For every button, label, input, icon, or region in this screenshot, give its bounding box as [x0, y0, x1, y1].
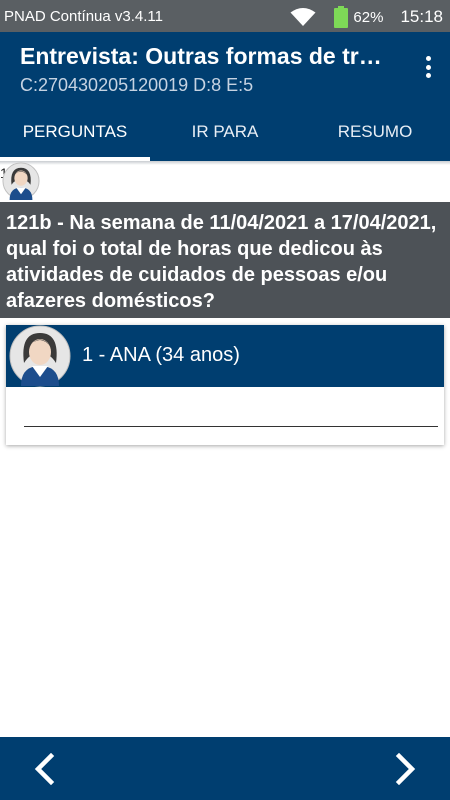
question-text: 121b - Na semana de 11/04/2021 a 17/04/2…: [0, 202, 450, 318]
tab-resumo[interactable]: RESUMO: [300, 102, 450, 161]
person-card-header: 1 - ANA (34 anos): [6, 325, 444, 387]
battery-icon: [334, 6, 349, 28]
tab-bar: PERGUNTAS IR PARA RESUMO: [0, 102, 450, 161]
person-card: 1 - ANA (34 anos): [6, 325, 444, 445]
status-bar: PNAD Contínua v3.4.11 62% 15:18: [0, 0, 450, 32]
status-indicators: 62% 15:18: [290, 6, 443, 28]
app-bar: Entrevista: Outras formas de trabalho C:…: [0, 32, 450, 102]
more-vert-icon[interactable]: [422, 52, 434, 82]
battery-level: 62%: [353, 8, 384, 26]
previous-button[interactable]: [25, 749, 65, 789]
female-avatar-icon: [2, 162, 40, 200]
wifi-icon: [290, 8, 316, 26]
interview-code: C:270430205120019 D:8 E:5: [20, 75, 254, 95]
female-avatar-icon: [9, 325, 71, 387]
clock: 15:18: [400, 7, 443, 26]
tabs-shadow: [0, 161, 450, 165]
tab-ir-para[interactable]: IR PARA: [150, 102, 300, 161]
bottom-navigation: [0, 737, 450, 800]
page-title: Entrevista: Outras formas de trabalho: [20, 43, 388, 69]
hours-input[interactable]: [24, 409, 438, 427]
person-name: 1 - ANA (34 anos): [82, 344, 240, 366]
next-button[interactable]: [385, 749, 425, 789]
chevron-right-icon: [395, 753, 416, 785]
status-app-name: PNAD Contínua v3.4.11: [4, 8, 163, 25]
tab-perguntas[interactable]: PERGUNTAS: [0, 102, 150, 161]
chevron-left-icon: [34, 753, 55, 785]
